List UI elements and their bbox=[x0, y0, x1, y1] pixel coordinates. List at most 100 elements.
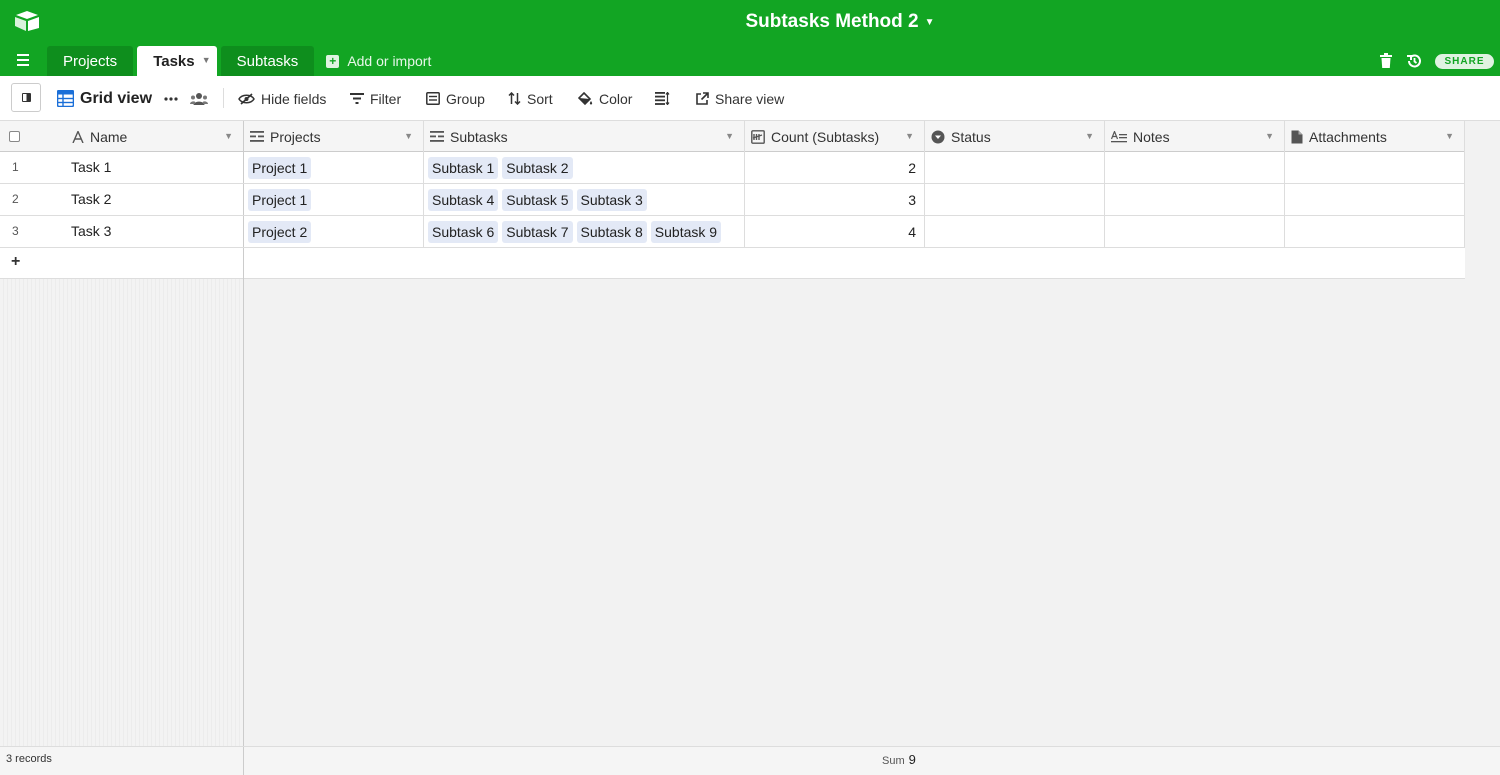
linked-record-pill[interactable]: Subtask 5 bbox=[502, 188, 573, 211]
hide-fields-button[interactable]: Hide fields bbox=[238, 76, 326, 121]
collaborators-icon[interactable] bbox=[190, 76, 208, 121]
more-options-icon[interactable] bbox=[164, 76, 178, 121]
cell-subtasks[interactable]: Subtask 4 Subtask 5 Subtask 3 bbox=[424, 184, 745, 215]
grid-view-icon bbox=[57, 90, 74, 107]
chevron-down-icon[interactable]: ▼ bbox=[905, 131, 914, 141]
cell-status[interactable] bbox=[925, 152, 1105, 183]
trash-icon[interactable] bbox=[1380, 53, 1392, 68]
tab-subtasks[interactable]: Subtasks bbox=[220, 46, 315, 76]
top-header: Subtasks Method 2 ▼ Projects Tasks ▼ Sub… bbox=[0, 0, 1500, 76]
sidebar-icon bbox=[21, 93, 31, 102]
row-height-button[interactable] bbox=[655, 76, 670, 121]
primary-cell-divider bbox=[0, 152, 244, 183]
chevron-down-icon[interactable]: ▼ bbox=[1265, 131, 1274, 141]
cell-notes[interactable] bbox=[1105, 152, 1285, 183]
tab-projects[interactable]: Projects bbox=[47, 46, 134, 76]
count-field-icon bbox=[751, 129, 765, 144]
cell-status[interactable] bbox=[925, 216, 1105, 247]
chevron-down-icon[interactable]: ▼ bbox=[404, 131, 413, 141]
summary-bar: 3 records Sum 9 bbox=[0, 746, 1500, 775]
cell-subtasks[interactable]: Subtask 1 Subtask 2 bbox=[424, 152, 745, 183]
cell-subtasks[interactable]: Subtask 6 Subtask 7 Subtask 8 Subtask 9 bbox=[424, 216, 745, 247]
group-icon bbox=[426, 92, 440, 105]
sort-button[interactable]: Sort bbox=[508, 76, 553, 121]
cell-attachments[interactable] bbox=[1285, 184, 1465, 215]
table-row[interactable]: 3 Task 3 Project 2 Subtask 6 Subtask 7 S… bbox=[0, 216, 1465, 248]
linked-record-pill[interactable]: Subtask 8 bbox=[576, 220, 647, 243]
chevron-down-icon[interactable]: ▼ bbox=[725, 131, 734, 141]
cell-count-subtasks[interactable]: 2 bbox=[745, 152, 925, 183]
column-header-count-subtasks[interactable]: Count (Subtasks) ▼ bbox=[745, 121, 925, 152]
linked-record-icon bbox=[250, 131, 264, 142]
share-button[interactable]: SHARE bbox=[1435, 54, 1494, 69]
cell-attachments[interactable] bbox=[1285, 216, 1465, 247]
column-header-name[interactable]: Name ▼ bbox=[62, 121, 244, 152]
cell-projects[interactable]: Project 1 bbox=[244, 152, 424, 183]
airtable-logo-icon[interactable] bbox=[14, 10, 40, 32]
external-link-icon bbox=[696, 92, 709, 105]
linked-record-pill[interactable]: Project 1 bbox=[248, 156, 312, 179]
linked-record-pill[interactable]: Subtask 4 bbox=[428, 188, 499, 211]
linked-record-pill[interactable]: Subtask 7 bbox=[502, 220, 573, 243]
primary-cell-divider bbox=[0, 216, 244, 247]
column-header-notes[interactable]: Notes ▼ bbox=[1105, 121, 1285, 152]
linked-record-pill[interactable]: Subtask 2 bbox=[502, 156, 573, 179]
color-button[interactable]: Color bbox=[578, 76, 632, 121]
cell-status[interactable] bbox=[925, 184, 1105, 215]
group-button[interactable]: Group bbox=[426, 76, 485, 121]
column-header-projects[interactable]: Projects ▼ bbox=[244, 121, 424, 152]
history-icon[interactable] bbox=[1406, 53, 1422, 69]
linked-record-pill[interactable]: Subtask 9 bbox=[650, 220, 722, 243]
linked-record-pill[interactable]: Subtask 6 bbox=[428, 220, 499, 243]
add-or-import-button[interactable]: + Add or import bbox=[326, 46, 431, 76]
row-height-icon bbox=[655, 92, 670, 105]
add-record-row[interactable]: + bbox=[0, 248, 1465, 279]
cell-projects[interactable]: Project 1 bbox=[244, 184, 424, 215]
cell-count-subtasks[interactable]: 3 bbox=[745, 184, 925, 215]
long-text-icon bbox=[1111, 130, 1127, 142]
cell-attachments[interactable] bbox=[1285, 152, 1465, 183]
cell-projects[interactable]: Project 2 bbox=[244, 216, 424, 247]
column-divider bbox=[243, 747, 244, 775]
plus-icon[interactable]: + bbox=[11, 253, 20, 271]
chevron-down-icon[interactable]: ▼ bbox=[202, 55, 211, 65]
primary-cell-divider bbox=[0, 184, 244, 215]
tab-tasks[interactable]: Tasks ▼ bbox=[137, 46, 217, 76]
column-header-status[interactable]: Status ▼ bbox=[925, 121, 1105, 152]
menu-icon[interactable] bbox=[17, 54, 37, 68]
sidebar-toggle-button[interactable] bbox=[11, 83, 41, 112]
share-view-button[interactable]: Share view bbox=[696, 76, 784, 121]
cell-name[interactable]: Task 2 bbox=[71, 184, 111, 215]
linked-record-pill[interactable]: Project 2 bbox=[248, 220, 312, 243]
linked-record-pill[interactable]: Subtask 3 bbox=[576, 188, 647, 211]
row-number: 3 bbox=[12, 224, 19, 238]
chevron-down-icon[interactable]: ▼ bbox=[1085, 131, 1094, 141]
table-row[interactable]: 1 Task 1 Project 1 Subtask 1 Subtask 2 2 bbox=[0, 152, 1465, 184]
filter-button[interactable]: Filter bbox=[350, 76, 401, 121]
base-title[interactable]: Subtasks Method 2 ▼ bbox=[745, 11, 934, 33]
chevron-down-icon[interactable]: ▼ bbox=[1445, 131, 1454, 141]
grid-header-row: Name ▼ Projects ▼ Subtasks ▼ Count (Subt… bbox=[0, 121, 1465, 152]
chevron-down-icon[interactable]: ▼ bbox=[224, 131, 233, 141]
view-switcher[interactable]: Grid view bbox=[57, 76, 152, 121]
filter-icon bbox=[350, 93, 364, 104]
cell-count-subtasks[interactable]: 4 bbox=[745, 216, 925, 247]
hide-fields-icon bbox=[238, 92, 255, 105]
chevron-down-icon: ▼ bbox=[924, 16, 935, 28]
linked-record-pill[interactable]: Subtask 1 bbox=[428, 156, 499, 179]
view-toolbar: Grid view Hide fields Filter Group Sort … bbox=[0, 76, 1500, 121]
cell-notes[interactable] bbox=[1105, 184, 1285, 215]
column-header-attachments[interactable]: Attachments ▼ bbox=[1285, 121, 1465, 152]
linked-record-icon bbox=[430, 131, 444, 142]
table-row[interactable]: 2 Task 2 Project 1 Subtask 4 Subtask 5 S… bbox=[0, 184, 1465, 216]
cell-notes[interactable] bbox=[1105, 216, 1285, 247]
cell-name[interactable]: Task 3 bbox=[71, 216, 111, 247]
attachment-icon bbox=[1291, 130, 1303, 143]
linked-record-pill[interactable]: Project 1 bbox=[248, 188, 312, 211]
count-sum-summary[interactable]: Sum 9 bbox=[882, 752, 916, 767]
checkbox-icon bbox=[9, 131, 20, 142]
select-all-checkbox[interactable] bbox=[0, 121, 62, 152]
table-tabs: Projects Tasks ▼ Subtasks + Add or impor… bbox=[47, 46, 431, 76]
cell-name[interactable]: Task 1 bbox=[71, 152, 111, 183]
column-header-subtasks[interactable]: Subtasks ▼ bbox=[424, 121, 745, 152]
